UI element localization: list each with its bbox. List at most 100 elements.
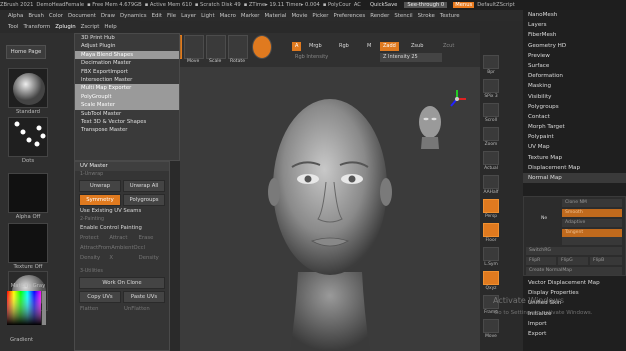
tool-item-masking[interactable]: Masking xyxy=(523,81,626,91)
tool-item-morph-target[interactable]: Morph Target xyxy=(523,122,626,132)
rotate-button[interactable] xyxy=(228,35,248,59)
use-existing-seams-toggle[interactable]: Use Existing UV Seams xyxy=(75,207,169,216)
stroke-thumbnail[interactable] xyxy=(8,117,48,157)
scroll-button[interactable] xyxy=(483,103,499,117)
plugin-item[interactable]: Adjust Plugin xyxy=(75,42,179,50)
menu-picker[interactable]: Picker xyxy=(312,13,328,19)
persp-button[interactable] xyxy=(483,199,499,213)
menu-transform[interactable]: Transform xyxy=(23,24,50,30)
seethrough-slider[interactable]: See-through 0 xyxy=(404,2,448,8)
plugin-item[interactable]: Scale Master xyxy=(75,101,179,110)
zcut-toggle[interactable]: Zcut xyxy=(440,42,457,51)
z-intensity-slider[interactable]: Z Intensity 25 xyxy=(380,53,442,62)
density-slider[interactable]: Density xyxy=(137,254,166,263)
tool-item-contact[interactable]: Contact xyxy=(523,112,626,122)
uv-master-header[interactable]: UV Master xyxy=(75,162,169,171)
polygroups-toggle[interactable]: Polygroups xyxy=(123,194,165,206)
enable-control-painting-toggle[interactable]: Enable Control Painting xyxy=(75,224,169,233)
menu-movie[interactable]: Movie xyxy=(291,13,307,19)
brush-thumbnail[interactable] xyxy=(8,68,48,108)
bpr-button[interactable] xyxy=(483,55,499,69)
tool-item-import[interactable]: Import xyxy=(523,319,626,329)
menu-help[interactable]: Help xyxy=(104,24,116,30)
menu-stroke[interactable]: Stroke xyxy=(418,13,435,19)
alpha-thumbnail[interactable] xyxy=(8,173,48,213)
canvas-viewport[interactable] xyxy=(180,67,480,351)
a-toggle[interactable]: A xyxy=(292,42,302,51)
menu-brush[interactable]: Brush xyxy=(28,13,44,19)
tool-item-vector-displacement[interactable]: Vector Displacement Map xyxy=(523,278,626,288)
color-picker[interactable] xyxy=(6,290,48,334)
home-page-button[interactable]: Home Page xyxy=(6,45,46,59)
menu-macro[interactable]: Macro xyxy=(220,13,236,19)
switch-rg-toggle[interactable]: SwitchRG xyxy=(526,247,622,255)
menu-material[interactable]: Material xyxy=(265,13,287,19)
menu-marker[interactable]: Marker xyxy=(241,13,260,19)
scale-button[interactable] xyxy=(206,35,226,59)
menu-stencil[interactable]: Stencil xyxy=(394,13,412,19)
tangent-toggle[interactable]: Tangent xyxy=(562,229,622,237)
zoom-button[interactable] xyxy=(483,127,499,141)
tool-item-polygroups[interactable]: Polygroups xyxy=(523,102,626,112)
plugin-item[interactable]: Maya Blend Shapes xyxy=(75,50,179,60)
tool-item-visibility[interactable]: Visibility xyxy=(523,92,626,102)
work-on-clone-button[interactable]: Work On Clone xyxy=(79,277,165,289)
flatten-button[interactable]: Flatten xyxy=(78,305,122,314)
plugin-item[interactable]: Multi Map Exporter xyxy=(75,84,179,93)
smooth-toggle[interactable]: Smooth xyxy=(562,209,622,217)
texture-thumbnail[interactable] xyxy=(8,223,48,263)
unwrap-button[interactable]: Unwrap xyxy=(79,180,121,192)
spix-button[interactable] xyxy=(483,79,499,93)
attract-ao-button[interactable]: AttractFromAmbientOccl xyxy=(75,244,169,253)
menu-dynamics[interactable]: Dynamics xyxy=(120,13,147,19)
tool-item-surface[interactable]: Surface xyxy=(523,61,626,71)
actual-button[interactable] xyxy=(483,151,499,165)
move-button[interactable] xyxy=(184,35,204,59)
zsub-toggle[interactable]: Zsub xyxy=(408,42,426,51)
quicksave-button[interactable]: QuickSave xyxy=(370,2,397,8)
menu-light[interactable]: Light xyxy=(201,13,214,19)
qxyz-button[interactable] xyxy=(483,271,499,285)
mrgb-toggle[interactable]: Mrgb xyxy=(306,42,325,51)
tool-item-normal-map[interactable]: Normal Map xyxy=(523,173,626,184)
plugin-item[interactable]: Text 3D & Vector Shapes xyxy=(75,118,179,126)
adaptive-toggle[interactable]: Adaptive xyxy=(562,219,622,227)
menu-zscript[interactable]: Zscript xyxy=(81,24,100,30)
menu-render[interactable]: Render xyxy=(370,13,389,19)
axis-gizmo-icon[interactable] xyxy=(446,88,468,110)
flip-g-toggle[interactable]: FlipG xyxy=(558,257,588,265)
plugin-item[interactable]: Decimation Master xyxy=(75,59,179,67)
plugin-item[interactable]: PolyGroupIt xyxy=(75,92,179,102)
m-toggle[interactable]: M xyxy=(364,42,374,51)
menu-document[interactable]: Document xyxy=(68,13,96,19)
unwrap-all-button[interactable]: Unwrap All xyxy=(123,180,165,192)
copy-uvs-button[interactable]: Copy UVs xyxy=(79,291,121,303)
menu-color[interactable]: Color xyxy=(49,13,63,19)
plugin-item[interactable]: FBX ExportImport xyxy=(75,68,179,76)
tool-item-nanomesh[interactable]: NanoMesh xyxy=(523,10,626,20)
tool-item-uv-map[interactable]: UV Map xyxy=(523,142,626,152)
rgb-toggle[interactable]: Rgb xyxy=(336,42,352,51)
flip-b-toggle[interactable]: FlipB xyxy=(590,257,622,265)
tool-item-deformation[interactable]: Deformation xyxy=(523,71,626,81)
tool-item-polypaint[interactable]: Polypaint xyxy=(523,132,626,142)
lsym-button[interactable] xyxy=(483,247,499,261)
zadd-toggle[interactable]: Zadd xyxy=(380,42,399,51)
tool-item-geometry-hd[interactable]: Geometry HD xyxy=(523,41,626,51)
protect-button[interactable]: Protect xyxy=(78,234,107,243)
paste-uvs-button[interactable]: Paste UVs xyxy=(123,291,165,303)
erase-button[interactable]: Erase xyxy=(137,234,166,243)
tool-item-fibermesh[interactable]: FiberMesh xyxy=(523,30,626,40)
aahalf-button[interactable] xyxy=(483,175,499,189)
move-view-button[interactable] xyxy=(483,319,499,333)
tool-item-displacement-map[interactable]: Displacement Map xyxy=(523,163,626,173)
plugin-item[interactable]: Transpose Master xyxy=(75,126,179,134)
tool-item-export[interactable]: Export xyxy=(523,329,626,339)
menu-edit[interactable]: Edit xyxy=(152,13,162,19)
menu-alpha[interactable]: Alpha xyxy=(8,13,23,19)
plugin-item[interactable]: Intersection Master xyxy=(75,76,179,84)
tool-item-texture-map[interactable]: Texture Map xyxy=(523,153,626,163)
menu-file[interactable]: File xyxy=(167,13,176,19)
density-x-button[interactable]: X xyxy=(107,254,136,263)
plugin-item[interactable]: 3D Print Hub xyxy=(75,34,179,42)
